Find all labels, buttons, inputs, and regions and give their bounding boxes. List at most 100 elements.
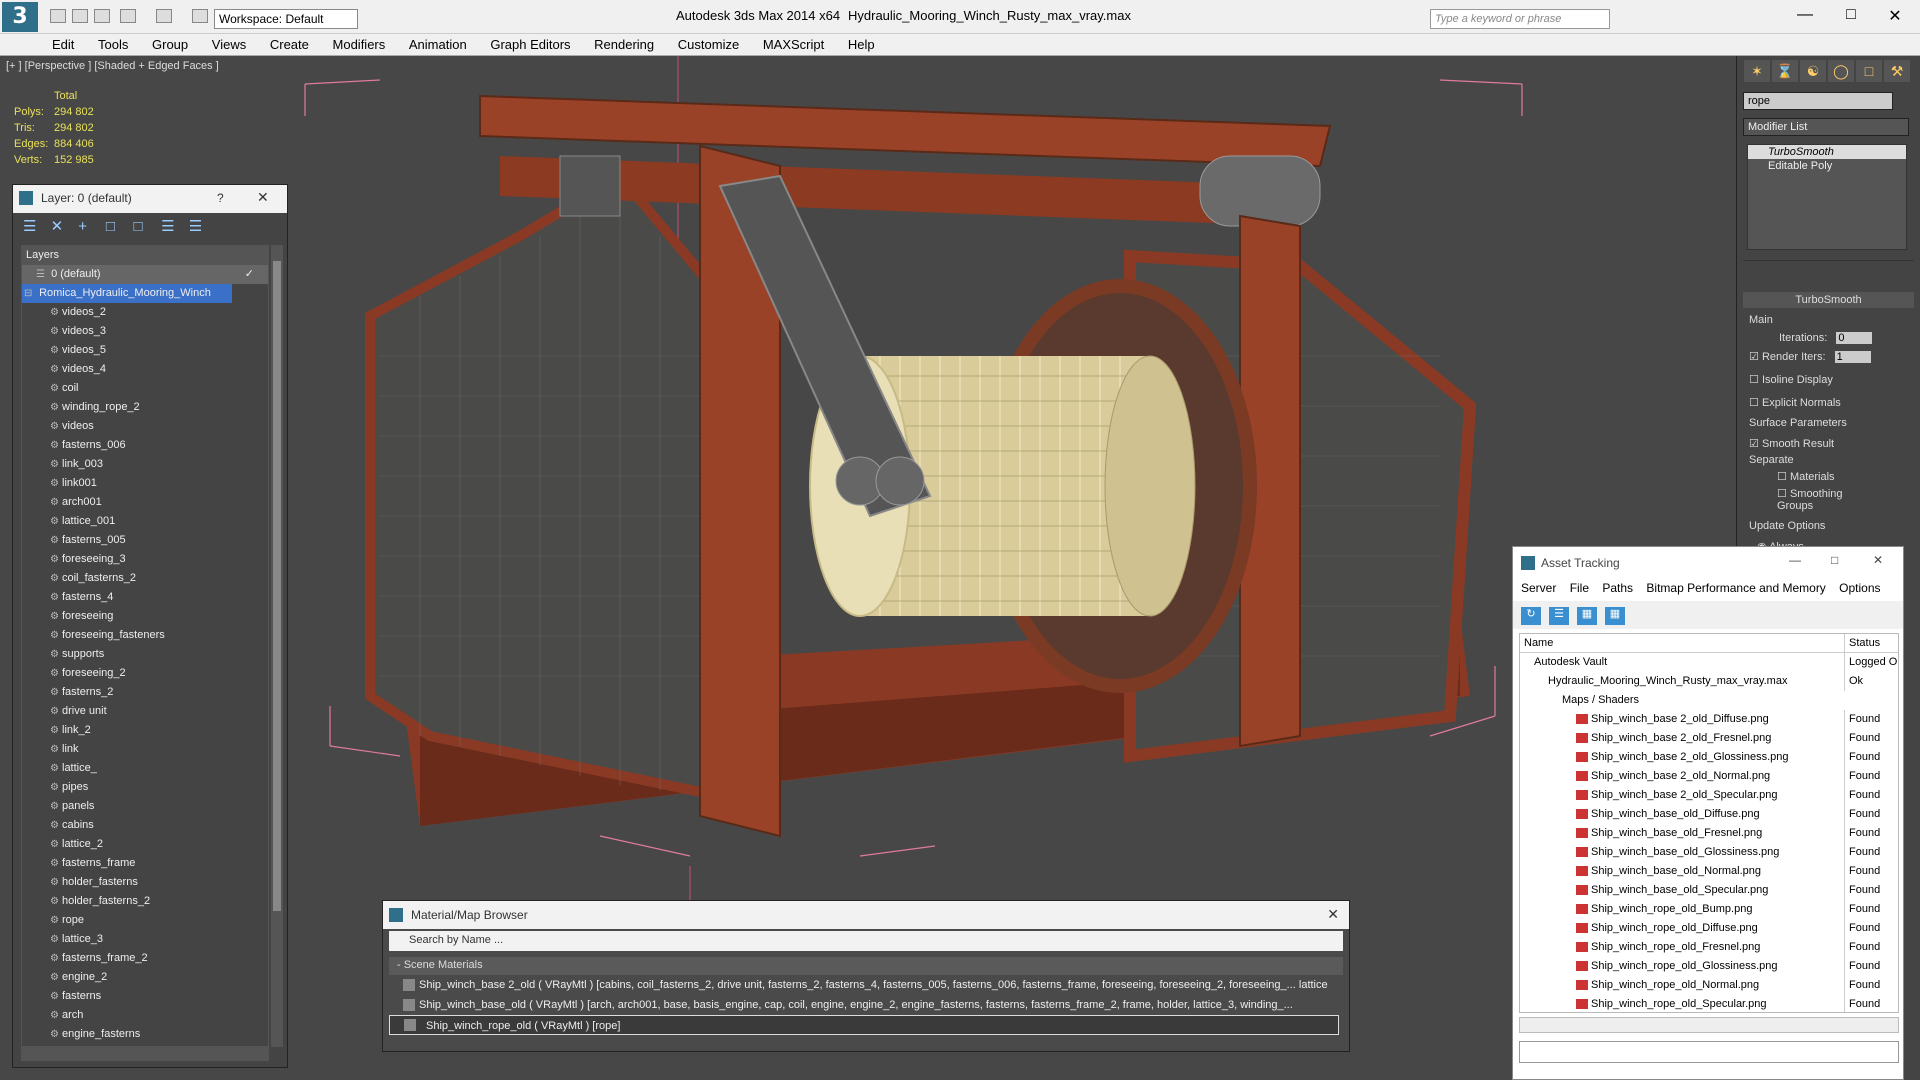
add-to-layer-icon[interactable]: + [78, 218, 102, 235]
layer-object-row[interactable]: ⚙ lattice_ [22, 759, 268, 778]
asset-row[interactable]: Ship_winch_base_old_Specular.png Found [1520, 881, 1898, 900]
smooth-result-row[interactable]: ☑ Smooth Result [1749, 437, 1908, 450]
menu-animation[interactable]: Animation [399, 34, 477, 55]
asset-row[interactable]: Hydraulic_Mooring_Winch_Rusty_max_vray.m… [1520, 672, 1898, 691]
freeze-all-icon[interactable]: ☰ [189, 217, 213, 235]
smoothing-groups-row[interactable]: ☐ Smoothing Groups [1777, 487, 1880, 512]
iterations-spinner[interactable]: 0 [1836, 332, 1873, 344]
layer-object-row[interactable]: ⚙ rope [22, 911, 268, 930]
layer-list-hscrollbar[interactable] [21, 1047, 269, 1061]
materials-checkbox[interactable]: ☐ [1777, 471, 1787, 483]
layer-list-scrollbar[interactable] [271, 245, 283, 1047]
detail-view-icon[interactable]: ▦ [1577, 607, 1597, 625]
layer-object-row[interactable]: ⚙ coil [22, 379, 268, 398]
workspace-dropdown[interactable]: Workspace: Default [214, 9, 358, 29]
menu-create[interactable]: Create [260, 34, 319, 55]
save-file-icon[interactable] [94, 9, 110, 23]
menu-customize[interactable]: Customize [668, 34, 749, 55]
hierarchy-tab-icon[interactable]: ☯ [1800, 60, 1826, 82]
render-iters-spinner[interactable]: 1 [1834, 351, 1871, 363]
material-search-input[interactable]: Search by Name ... [389, 931, 1343, 951]
layer-object-row[interactable]: ⚙ videos_4 [22, 360, 268, 379]
explicit-normals-checkbox[interactable]: ☐ [1749, 397, 1759, 409]
open-file-icon[interactable] [72, 9, 88, 23]
close-icon[interactable]: ✕ [257, 189, 269, 206]
layer-object-row[interactable]: ⚙ foreseeing_2 [22, 664, 268, 683]
asset-row[interactable]: Maps / Shaders [1520, 691, 1898, 710]
asset-row[interactable]: Ship_winch_base_old_Glossiness.png Found [1520, 843, 1898, 862]
object-name-field[interactable]: rope [1743, 92, 1893, 110]
app-logo-icon[interactable]: 3 [2, 2, 38, 32]
isoline-row[interactable]: ☐ Isoline Display [1749, 373, 1908, 386]
layer-list[interactable]: Layers ☰ 0 (default) ✓ ⊟ Romica_Hydrauli… [21, 245, 269, 1047]
smoothing-groups-checkbox[interactable]: ☐ [1777, 488, 1787, 500]
rollout-header[interactable]: TurboSmooth [1743, 292, 1914, 308]
layer-object-row[interactable]: ⚙ panels [22, 797, 268, 816]
create-layer-icon[interactable]: ☰ [23, 217, 47, 235]
column-status[interactable]: Status [1844, 634, 1898, 653]
layer-object-row[interactable]: ⚙ fasterns [22, 987, 268, 1006]
list-view-icon[interactable]: ☰ [1549, 607, 1569, 625]
stack-item-turbosmooth[interactable]: TurboSmooth [1748, 145, 1906, 159]
maximize-icon[interactable]: □ [1831, 553, 1838, 567]
close-icon[interactable]: ✕ [1873, 553, 1883, 567]
layer-object-row[interactable]: ⚙ fasterns_2 [22, 683, 268, 702]
layer-object-row[interactable]: ⚙ videos_2 [22, 303, 268, 322]
asset-row[interactable]: Ship_winch_base_old_Fresnel.png Found [1520, 824, 1898, 843]
asset-row[interactable]: Autodesk Vault Logged Ou [1520, 653, 1898, 672]
material-item-rope[interactable]: Ship_winch_rope_old ( VRayMtl ) [rope] [389, 1015, 1339, 1035]
modifier-stack[interactable]: TurboSmooth Editable Poly [1747, 144, 1907, 250]
redo-icon[interactable] [156, 9, 172, 23]
select-objects-icon[interactable]: □ [106, 218, 130, 235]
maximize-icon[interactable]: □ [1836, 6, 1866, 24]
material-item-base[interactable]: Ship_winch_base_old ( VRayMtl ) [arch, a… [383, 995, 1349, 1015]
layer-object-row[interactable]: ⚙ holder_fasterns_2 [22, 892, 268, 911]
menu-graph-editors[interactable]: Graph Editors [480, 34, 580, 55]
menu-rendering[interactable]: Rendering [584, 34, 664, 55]
help-button[interactable]: ? [217, 191, 224, 205]
layer-object-row[interactable]: ⚙ videos [22, 417, 268, 436]
new-file-icon[interactable] [50, 9, 66, 23]
menu-views[interactable]: Views [202, 34, 256, 55]
layer-object-row[interactable]: ⚙ link [22, 740, 268, 759]
menu-modifiers[interactable]: Modifiers [323, 34, 396, 55]
layer-object-row[interactable]: ⚙ videos_3 [22, 322, 268, 341]
minimize-icon[interactable]: — [1790, 6, 1820, 24]
layer-object-row[interactable]: ⚙ lattice_3 [22, 930, 268, 949]
display-tab-icon[interactable]: □ [1856, 60, 1882, 82]
menu-help[interactable]: Help [838, 34, 885, 55]
highlight-layer-icon[interactable]: □ [134, 218, 158, 235]
column-name[interactable]: Name [1520, 634, 1838, 653]
menu-edit[interactable]: Edit [42, 34, 84, 55]
menu-maxscript[interactable]: MAXScript [753, 34, 834, 55]
menu-tools[interactable]: Tools [88, 34, 138, 55]
asset-row[interactable]: Ship_winch_rope_old_Fresnel.png Found [1520, 938, 1898, 957]
layer-object-row[interactable]: ⚙ coil_fasterns_2 [22, 569, 268, 588]
close-icon[interactable]: ✕ [1880, 6, 1910, 26]
search-input[interactable]: Type a keyword or phrase [1430, 9, 1610, 29]
layer-object-row[interactable]: ⚙ lattice_001 [22, 512, 268, 531]
asset-row[interactable]: Ship_winch_rope_old_Specular.png Found [1520, 995, 1898, 1012]
layer-object-row[interactable]: ⚙ foreseeing [22, 607, 268, 626]
asset-menu-server[interactable]: Server [1521, 581, 1556, 595]
undo-icon[interactable] [120, 9, 136, 23]
asset-row[interactable]: Ship_winch_rope_old_Glossiness.png Found [1520, 957, 1898, 976]
scene-materials-header[interactable]: - Scene Materials [389, 957, 1343, 975]
close-icon[interactable]: ✕ [1327, 906, 1339, 923]
layer-object-row[interactable]: ⚙ engine_fasterns [22, 1025, 268, 1044]
layer-row-winch[interactable]: ⊟ Romica_Hydraulic_Mooring_Winch [22, 284, 232, 303]
viewport-label[interactable]: [+ ] [Perspective ] [Shaded + Edged Face… [6, 60, 219, 72]
asset-row[interactable]: Ship_winch_rope_old_Diffuse.png Found [1520, 919, 1898, 938]
refresh-icon[interactable]: ↻ [1521, 607, 1541, 625]
asset-row[interactable]: Ship_winch_base 2_old_Normal.png Found [1520, 767, 1898, 786]
layers-column-header[interactable]: Layers [22, 246, 268, 265]
asset-row[interactable]: Ship_winch_rope_old_Bump.png Found [1520, 900, 1898, 919]
asset-row[interactable]: Ship_winch_rope_old_Normal.png Found [1520, 976, 1898, 995]
asset-menu-file[interactable]: File [1570, 581, 1589, 595]
table-view-icon[interactable]: ▦ [1605, 607, 1625, 625]
layer-object-row[interactable]: ⚙ engine_2 [22, 968, 268, 987]
layer-object-row[interactable]: ⚙ link001 [22, 474, 268, 493]
layer-object-row[interactable]: ⚙ link_2 [22, 721, 268, 740]
minimize-icon[interactable]: — [1789, 553, 1801, 567]
create-tab-icon[interactable]: ✶ [1744, 60, 1770, 82]
